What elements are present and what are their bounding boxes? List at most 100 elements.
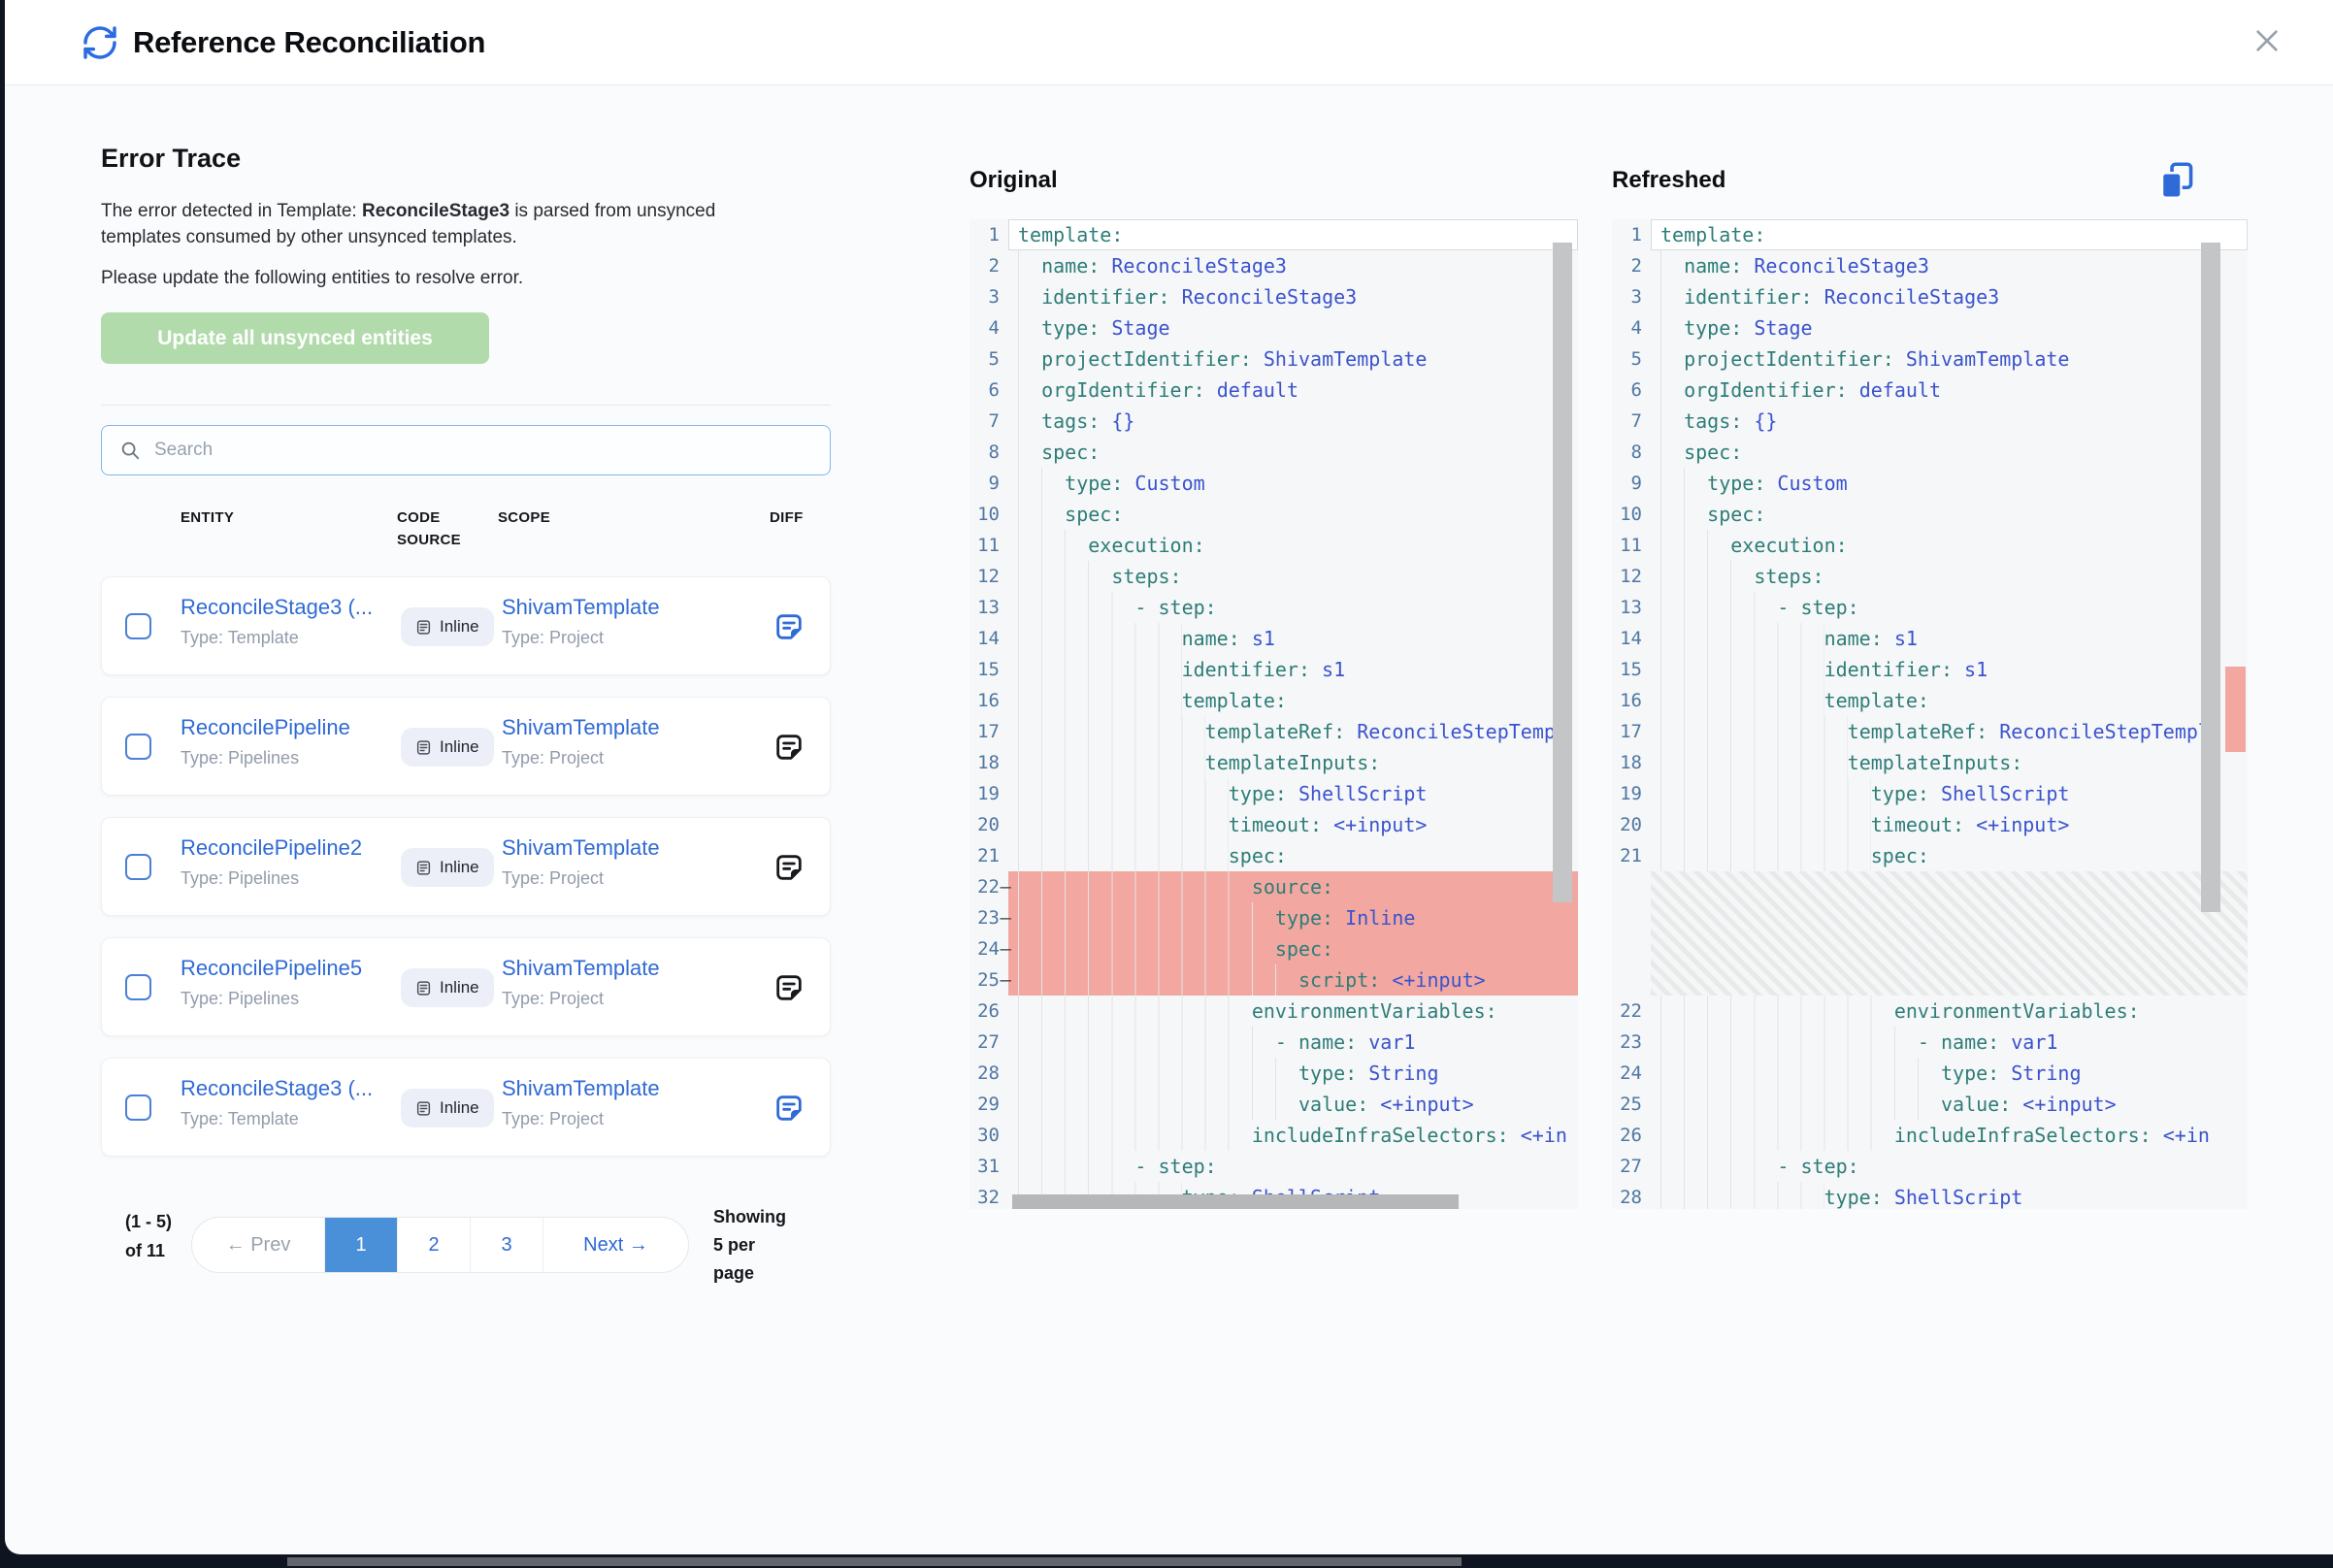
scope-link[interactable]: ShivamTemplate	[502, 595, 660, 620]
diff-icon[interactable]	[773, 972, 805, 1003]
dialog-header: Reference Reconciliation	[5, 0, 2333, 85]
line-number: 8	[969, 437, 1008, 468]
page-button-3[interactable]: 3	[470, 1218, 542, 1272]
code-line: 2name: ReconcileStage3	[1612, 250, 2248, 281]
scope-type-label: Type: Project	[502, 868, 604, 889]
line-number: 21	[969, 840, 1008, 871]
page-button-2[interactable]: 2	[397, 1218, 470, 1272]
original-code-lines: 1template:2name: ReconcileStage33identif…	[969, 219, 1578, 1209]
table-row: ReconcilePipeline5 Type: Pipelines Inlin…	[101, 937, 831, 1036]
diff-icon[interactable]	[773, 732, 805, 763]
search-input[interactable]	[154, 440, 830, 461]
line-number: 25	[1612, 1089, 1651, 1120]
code-line: 20timeout: <+input>	[1612, 809, 2248, 840]
line-number: 28	[969, 1058, 1008, 1089]
code-source-label: Inline	[440, 617, 479, 637]
line-number: 27	[969, 1027, 1008, 1058]
code-source-badge: Inline	[401, 1089, 494, 1127]
code-line: 31- step:	[969, 1151, 1578, 1182]
line-number: 32	[969, 1182, 1008, 1209]
code-line: 23- name: var1	[1612, 1027, 2248, 1058]
line-number: 22	[1612, 996, 1651, 1027]
line-number: 21	[1612, 840, 1651, 871]
code-line: 26environmentVariables:	[969, 996, 1578, 1027]
error-trace-instruction: Please update the following entities to …	[101, 268, 771, 289]
scope-link[interactable]: ShivamTemplate	[502, 956, 660, 981]
line-number: 13	[969, 592, 1008, 623]
original-vertical-scrollbar[interactable]	[1553, 243, 1572, 902]
entity-link[interactable]: ReconcilePipeline2	[181, 835, 362, 861]
scope-link[interactable]: ShivamTemplate	[502, 715, 660, 740]
entity-type-label: Type: Pipelines	[181, 868, 299, 889]
code-line: 14name: s1	[969, 623, 1578, 654]
code-line: 16template:	[1612, 685, 2248, 716]
entity-type-label: Type: Pipelines	[181, 989, 299, 1009]
inline-store-icon	[415, 860, 432, 876]
code-line: 29value: <+input>	[969, 1089, 1578, 1120]
close-icon[interactable]	[2251, 25, 2283, 56]
row-checkbox[interactable]	[125, 613, 151, 639]
update-all-unsynced-button[interactable]: Update all unsynced entities	[101, 312, 489, 364]
code-source-badge: Inline	[401, 848, 494, 887]
line-number: 20	[969, 809, 1008, 840]
line-number: 3	[1612, 281, 1651, 312]
line-number: 14	[1612, 623, 1651, 654]
code-line: 24type: String	[1612, 1058, 2248, 1089]
line-number: 12	[1612, 561, 1651, 592]
next-page-button[interactable]: Next →	[542, 1218, 688, 1272]
row-checkbox[interactable]	[125, 1094, 151, 1121]
column-header-code-source: CODE SOURCE	[397, 506, 490, 551]
row-checkbox[interactable]	[125, 854, 151, 880]
code-line: 7tags: {}	[1612, 406, 2248, 437]
deleted-region-ruler-marker	[2225, 667, 2246, 752]
refreshed-code-lines: 1template:2name: ReconcileStage33identif…	[1612, 219, 2248, 1209]
pagination-controls: ← Prev123Next →	[191, 1217, 689, 1273]
code-line: 28type: String	[969, 1058, 1578, 1089]
code-line: 1template:	[969, 219, 1578, 250]
table-row: ReconcileStage3 (... Type: Template Inli…	[101, 576, 831, 675]
inline-store-icon	[415, 1100, 432, 1117]
line-number: 30	[969, 1120, 1008, 1151]
code-line: 12steps:	[1612, 561, 2248, 592]
divider	[101, 405, 831, 406]
line-number: 9	[1612, 468, 1651, 499]
entity-table: ReconcileStage3 (... Type: Template Inli…	[101, 576, 831, 1178]
code-source-label: Inline	[440, 737, 479, 757]
row-checkbox[interactable]	[125, 974, 151, 1000]
code-line: 19type: ShellScript	[1612, 778, 2248, 809]
line-number: 7	[1612, 406, 1651, 437]
line-number: 6	[969, 375, 1008, 406]
scope-link[interactable]: ShivamTemplate	[502, 835, 660, 861]
diff-icon[interactable]	[773, 611, 805, 642]
code-line: 6orgIdentifier: default	[1612, 375, 2248, 406]
refreshed-vertical-scrollbar[interactable]	[2201, 243, 2220, 912]
prev-page-button[interactable]: ← Prev	[192, 1218, 324, 1272]
page-button-1[interactable]: 1	[324, 1218, 397, 1272]
line-number: 17	[1612, 716, 1651, 747]
entity-link[interactable]: ReconcilePipeline5	[181, 956, 362, 981]
original-horizontal-scrollbar[interactable]	[1012, 1194, 1459, 1209]
line-number: 31	[969, 1151, 1008, 1182]
code-line: 6orgIdentifier: default	[969, 375, 1578, 406]
line-number: 16	[969, 685, 1008, 716]
code-line-deleted: 22source:	[969, 871, 1578, 902]
page-horizontal-scrollbar[interactable]	[287, 1557, 1462, 1566]
entity-link[interactable]: ReconcileStage3 (...	[181, 595, 373, 620]
entity-link[interactable]: ReconcileStage3 (...	[181, 1076, 373, 1101]
code-line: 18templateInputs:	[1612, 747, 2248, 778]
inline-store-icon	[415, 619, 432, 636]
code-line: 21spec:	[1612, 840, 2248, 871]
code-source-label: Inline	[440, 858, 479, 877]
diff-icon[interactable]	[773, 852, 805, 883]
code-line: 5projectIdentifier: ShivamTemplate	[1612, 343, 2248, 375]
copy-icon[interactable]	[2159, 161, 2194, 200]
code-line: 25value: <+input>	[1612, 1089, 2248, 1120]
scope-link[interactable]: ShivamTemplate	[502, 1076, 660, 1101]
entity-link[interactable]: ReconcilePipeline	[181, 715, 350, 740]
row-checkbox[interactable]	[125, 734, 151, 760]
line-number: 20	[1612, 809, 1651, 840]
refreshed-code-editor: 1template:2name: ReconcileStage33identif…	[1612, 219, 2248, 1209]
line-number: 28	[1612, 1182, 1651, 1209]
line-number: 9	[969, 468, 1008, 499]
diff-icon[interactable]	[773, 1093, 805, 1124]
